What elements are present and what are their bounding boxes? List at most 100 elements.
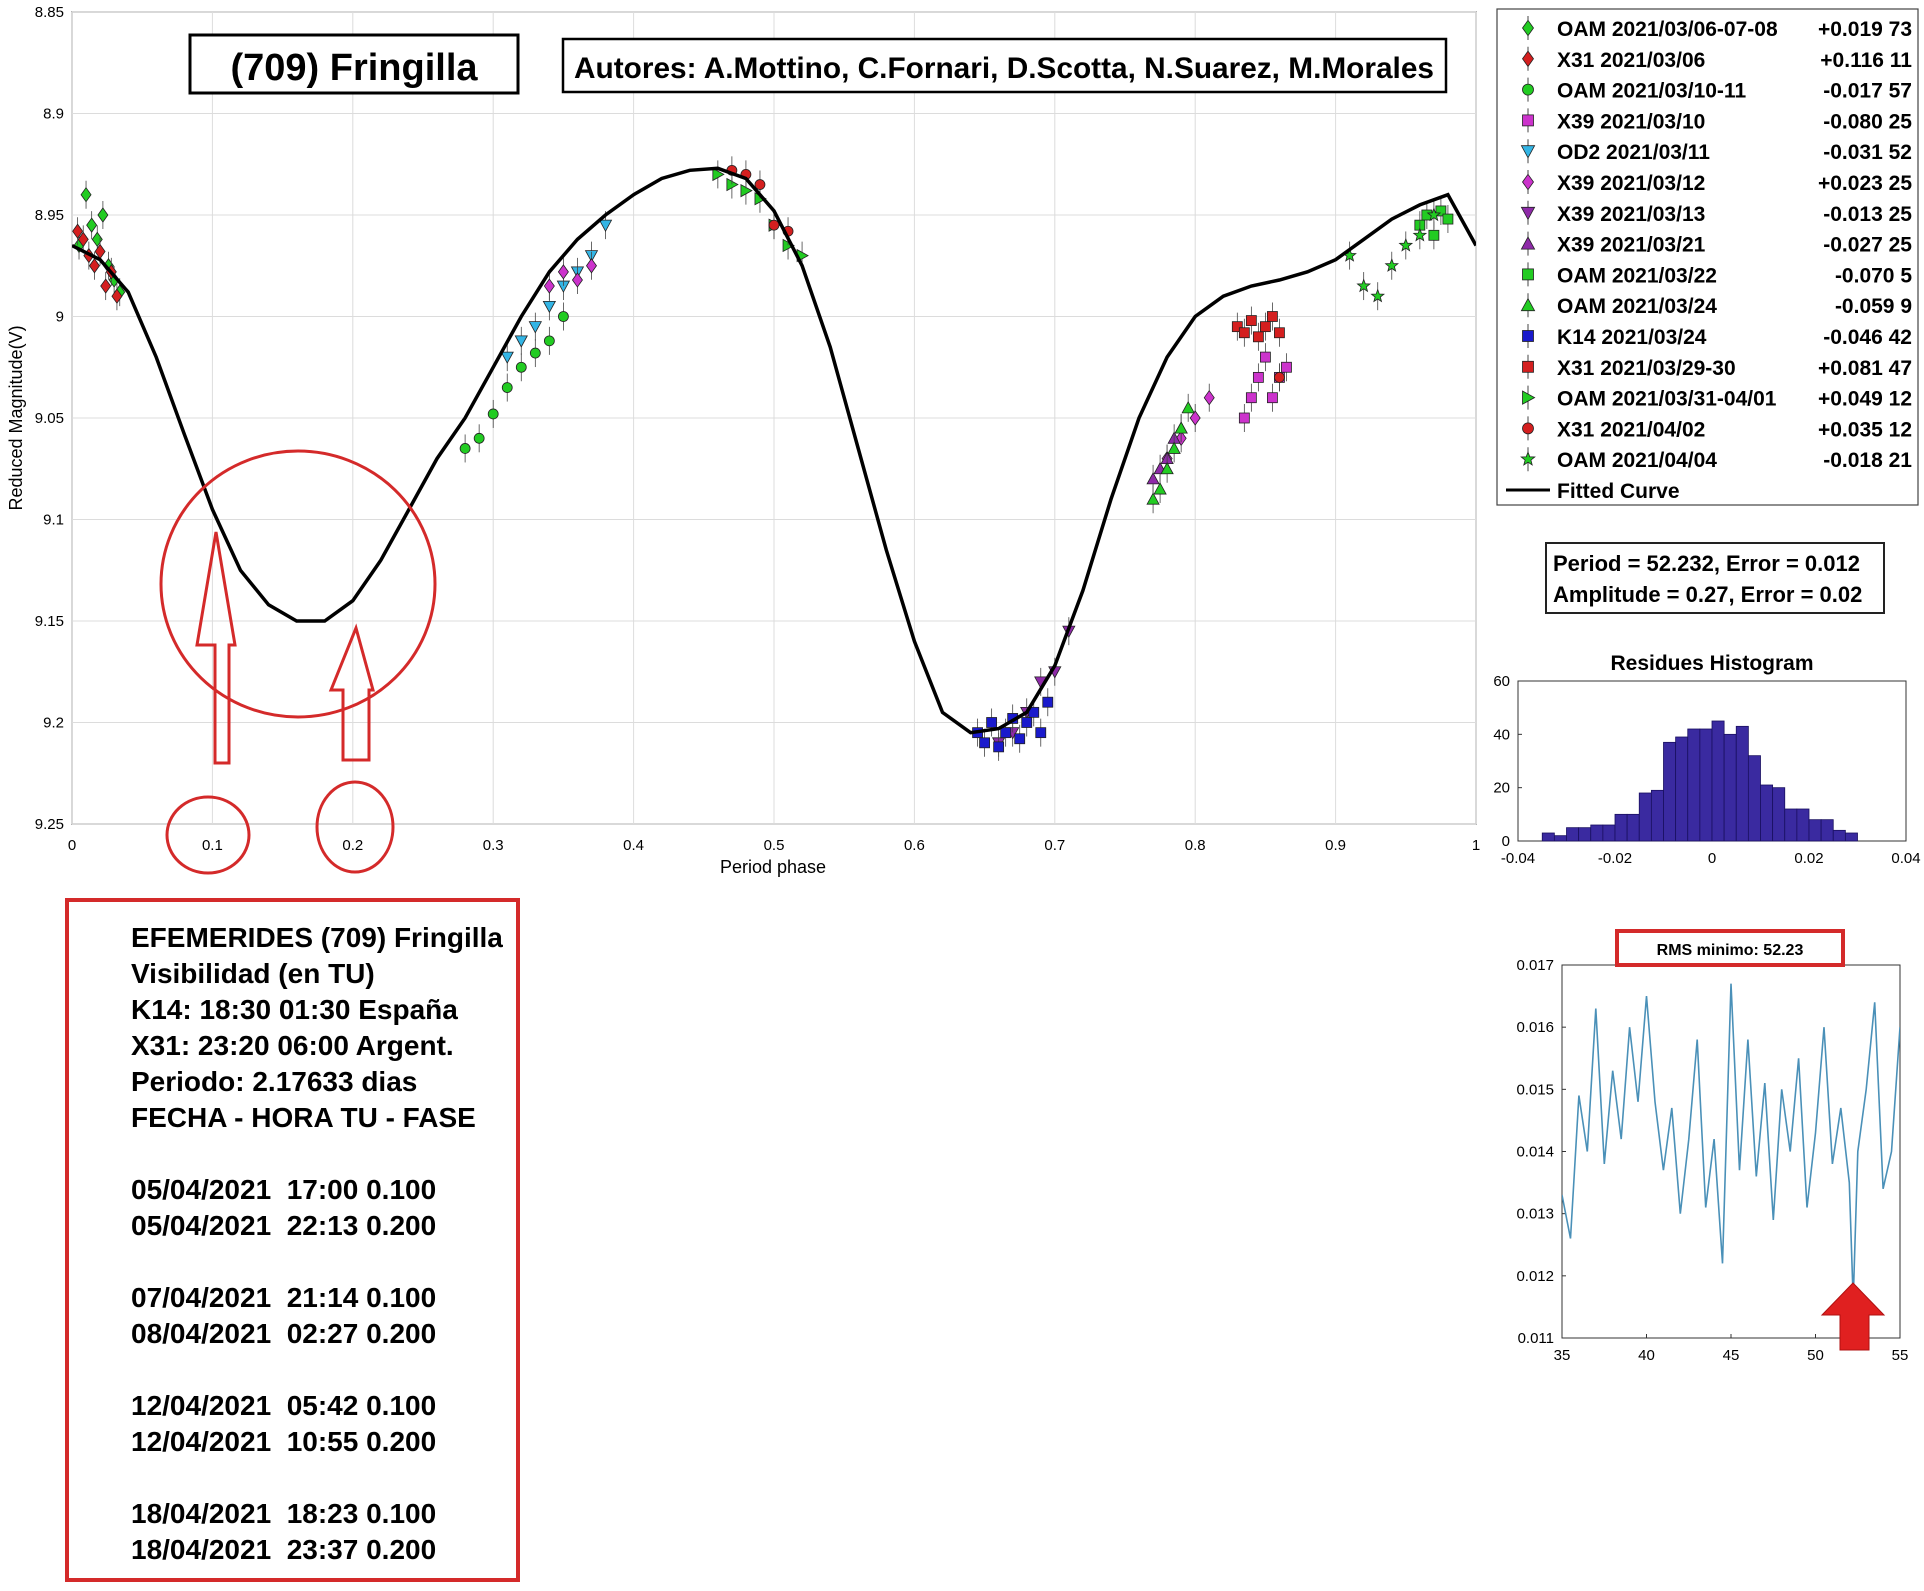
legend-value: +0.019 73 xyxy=(1818,18,1912,41)
data-point xyxy=(986,717,998,728)
period-value: Period = 52.232, Error = 0.012 xyxy=(1553,551,1860,576)
legend-label: OAM 2021/03/06-07-08 xyxy=(1557,18,1778,41)
data-point xyxy=(459,443,471,454)
y-tick-label: 9.05 xyxy=(35,410,64,427)
histogram-bar xyxy=(1784,808,1798,842)
x-tick-label: 0.5 xyxy=(764,837,785,854)
legend-value: -0.070 5 xyxy=(1835,264,1912,287)
data-point xyxy=(558,311,569,322)
x-axis-label: Period phase xyxy=(720,857,826,877)
data-point xyxy=(1252,331,1264,343)
data-point xyxy=(768,219,780,231)
data-point xyxy=(1274,327,1285,339)
x-tick-label: 0.8 xyxy=(1185,837,1206,854)
object-title: (709) Fringilla xyxy=(230,47,478,89)
data-point xyxy=(1267,392,1278,404)
y-tick-label: 9 xyxy=(56,309,64,326)
histogram-bar xyxy=(1626,813,1640,842)
data-point xyxy=(1274,371,1285,383)
authors-text: Autores: A.Mottino, C.Fornari, D.Scotta,… xyxy=(574,52,1434,85)
rms-x-tick-label: 45 xyxy=(1723,1347,1740,1364)
legend-label: X31 2021/03/06 xyxy=(1557,49,1705,72)
hist-x-tick-label: -0.02 xyxy=(1598,850,1632,867)
rms-y-tick-label: 0.011 xyxy=(1518,1330,1554,1347)
x-tick-label: 0 xyxy=(68,837,76,854)
histogram-bar xyxy=(1844,832,1858,842)
rms-y-tick-label: 0.012 xyxy=(1516,1268,1554,1285)
y-tick-label: 9.25 xyxy=(35,816,64,833)
data-point xyxy=(979,737,990,749)
data-point xyxy=(1238,412,1250,424)
histogram-bar xyxy=(1723,733,1737,842)
legend-marker xyxy=(1522,114,1534,127)
legend-marker xyxy=(1522,422,1534,435)
data-point xyxy=(501,382,513,393)
x-tick-label: 0.2 xyxy=(342,837,363,854)
histogram-bar xyxy=(1772,787,1786,842)
legend-marker xyxy=(1522,268,1534,281)
rms-y-tick-label: 0.014 xyxy=(1516,1144,1554,1161)
fit-stats: Period = 52.232, Error = 0.012 Amplitude… xyxy=(1545,542,1885,614)
amplitude-value: Amplitude = 0.27, Error = 0.02 xyxy=(1553,582,1862,607)
legend-entry: OAM 2021/03/06-07-08 +0.019 73 xyxy=(1522,16,1912,41)
data-point xyxy=(1260,351,1271,363)
data-point xyxy=(1442,213,1454,225)
data-point xyxy=(1245,315,1257,326)
data-point xyxy=(1281,361,1292,373)
x-tick-label: 0.1 xyxy=(202,837,223,854)
ephemeris-text: EFEMERIDES (709) Fringilla Visibilidad (… xyxy=(131,922,503,1565)
legend-label: OD2 2021/03/11 xyxy=(1557,141,1710,164)
histogram-bar xyxy=(1614,813,1628,842)
legend-label: X39 2021/03/12 xyxy=(1557,172,1705,195)
hist-x-tick-label: -0.04 xyxy=(1501,850,1535,867)
histogram-bar xyxy=(1602,824,1616,842)
data-point xyxy=(1014,733,1026,745)
x-tick-label: 1 xyxy=(1472,837,1480,854)
hist-y-tick-label: 0 xyxy=(1502,833,1510,850)
histogram-bar xyxy=(1711,720,1725,842)
legend-entry: OAM 2021/03/31-04/01 +0.049 12 xyxy=(1522,385,1912,411)
legend-value: +0.081 47 xyxy=(1818,357,1912,380)
x-tick-label: 0.4 xyxy=(623,837,644,854)
data-point xyxy=(1252,371,1264,383)
legend-label: K14 2021/03/24 xyxy=(1557,326,1707,349)
legend-entry: X31 2021/03/29-30 +0.081 47 xyxy=(1522,354,1912,380)
legend-value: -0.017 57 xyxy=(1823,80,1912,103)
histogram-bar xyxy=(1796,808,1810,842)
legend-label: X39 2021/03/13 xyxy=(1557,203,1705,226)
rms-y-tick-label: 0.013 xyxy=(1516,1206,1554,1223)
legend-label: X39 2021/03/10 xyxy=(1557,110,1705,133)
histogram-bar xyxy=(1735,725,1749,842)
histogram-bar xyxy=(1638,792,1652,842)
legend-label: OAM 2021/03/24 xyxy=(1557,295,1717,318)
rms-y-tick-label: 0.017 xyxy=(1516,957,1554,974)
y-tick-label: 8.95 xyxy=(35,207,64,224)
legend-value: -0.013 25 xyxy=(1823,203,1912,226)
rms-x-tick-label: 55 xyxy=(1892,1347,1909,1364)
y-tick-label: 8.9 xyxy=(43,106,64,123)
legend-label: X31 2021/04/02 xyxy=(1557,418,1705,441)
legend-value: +0.023 25 xyxy=(1818,172,1912,195)
histogram-title: Residues Histogram xyxy=(1610,652,1813,675)
hist-x-tick-label: 0.02 xyxy=(1794,850,1823,867)
legend-entry: OAM 2021/03/10-11 -0.017 57 xyxy=(1522,77,1912,103)
histogram-bar xyxy=(1820,819,1834,842)
x-tick-label: 0.7 xyxy=(1044,837,1065,854)
legend-label: OAM 2021/03/22 xyxy=(1557,264,1717,287)
histogram-bar xyxy=(1760,784,1774,842)
rms-y-tick-label: 0.016 xyxy=(1516,1019,1554,1036)
legend-value: +0.116 11 xyxy=(1820,49,1912,72)
histogram-bar xyxy=(1541,832,1555,842)
x-tick-label: 0.6 xyxy=(904,837,925,854)
histogram-bar xyxy=(1747,755,1761,842)
rms-period-plot: 35 40 45 50 55 0.011 0.012 0.013 0.014 0.015 0.016… xyxy=(1516,929,1909,1364)
rms-x-tick-label: 50 xyxy=(1807,1347,1824,1364)
data-point xyxy=(1035,727,1047,739)
data-point xyxy=(1428,229,1440,241)
hist-x-tick-label: 0 xyxy=(1708,850,1716,867)
legend-label: OAM 2021/04/04 xyxy=(1557,449,1717,472)
histogram-bar xyxy=(1566,827,1580,842)
rms-y-tick-label: 0.015 xyxy=(1516,1081,1554,1098)
legend-label: OAM 2021/03/31-04/01 xyxy=(1557,388,1777,411)
legend-entry: OAM 2021/03/24 -0.059 9 xyxy=(1520,293,1912,318)
